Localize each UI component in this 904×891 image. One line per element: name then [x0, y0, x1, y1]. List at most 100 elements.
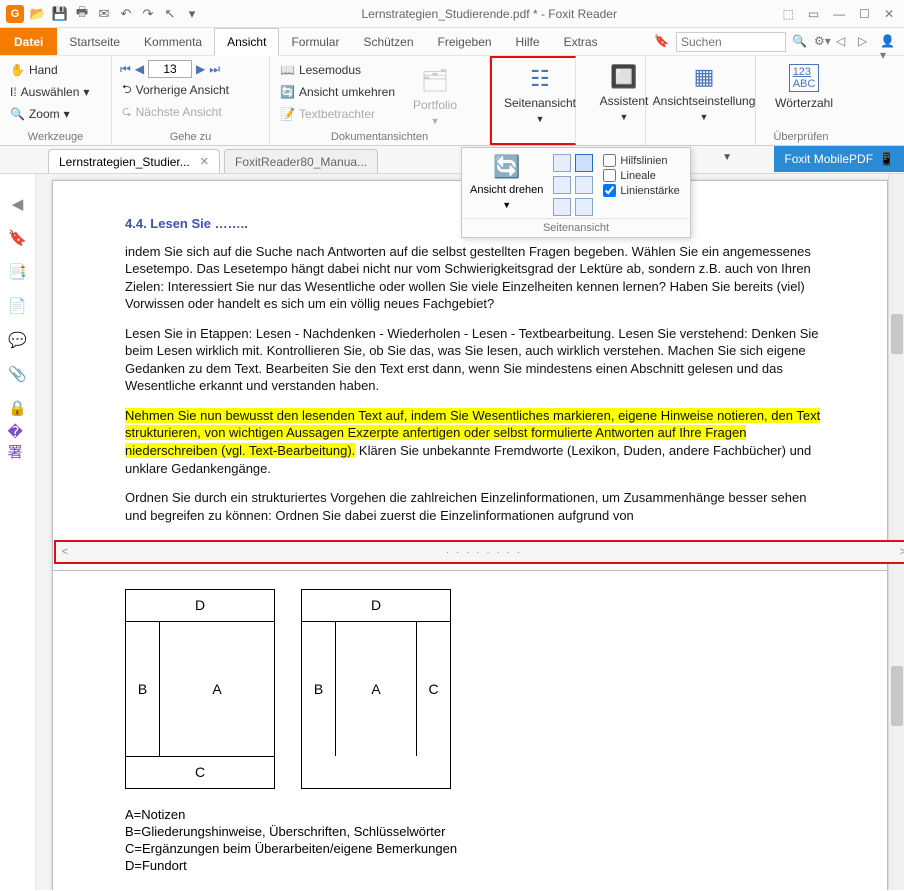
search-input[interactable]: [676, 32, 786, 52]
qat-more-icon[interactable]: ▾: [184, 6, 200, 22]
seitenansicht-button[interactable]: ☷ Seitenansicht▼: [490, 56, 576, 145]
tab-hilfe[interactable]: Hilfe: [504, 28, 552, 55]
last-page-icon[interactable]: ⏭: [209, 62, 220, 77]
seitenansicht-dropdown: 🔄 Ansicht drehen ▼ Hilfslinien Lineale L…: [461, 147, 691, 238]
tab-startseite[interactable]: Startseite: [57, 28, 132, 55]
search-go-icon[interactable]: 🔍: [792, 34, 808, 50]
select-tool[interactable]: I⁞ Auswählen ▾: [8, 82, 103, 102]
group-label-werkzeuge: Werkzeuge: [8, 129, 103, 143]
paragraph: Nehmen Sie nun bewusst den lesenden Text…: [125, 407, 831, 477]
assistent-icon: 🔲: [610, 64, 637, 90]
layers-icon[interactable]: 📄: [8, 296, 28, 316]
find-icon[interactable]: 🔖: [654, 34, 670, 50]
quick-access-toolbar: G 📂 💾 🖶 ✉ ↶ ↷ ↖ ▾: [0, 5, 206, 23]
ribbon-toggle-icon[interactable]: ▭: [808, 7, 819, 21]
user-icon[interactable]: 👤▾: [880, 34, 896, 50]
ribbon: ✋ Hand I⁞ Auswählen ▾ 🔍 Zoom ▾ Werkzeuge…: [0, 56, 904, 146]
tab-ansicht[interactable]: Ansicht: [214, 28, 279, 56]
signatures-icon[interactable]: �署: [8, 432, 28, 452]
split-handle[interactable]: · · · · · · · ·: [74, 547, 894, 558]
vertical-scrollbar-lower[interactable]: [888, 566, 904, 890]
zoom-tool[interactable]: 🔍 Zoom ▾: [8, 104, 103, 124]
lesemodus[interactable]: 📖 Lesemodus: [278, 60, 397, 80]
redo-icon[interactable]: ↷: [140, 6, 156, 22]
horizontal-split-bar[interactable]: < · · · · · · · · > ⌄: [54, 540, 904, 564]
layout-single-icon[interactable]: [553, 154, 571, 172]
opt-hilfslinien[interactable]: Hilfslinien: [603, 154, 679, 167]
layout-facing-icon[interactable]: [553, 176, 571, 194]
settings-icon[interactable]: ⚙▾: [814, 34, 830, 50]
skin-icon[interactable]: ⬚: [782, 7, 793, 21]
group-ueberpruefen: 123ABC Wörterzahl Überprüfen: [756, 56, 846, 145]
prev-view[interactable]: ⮌ Vorherige Ansicht: [120, 80, 261, 100]
tab-schuetzen[interactable]: Schützen: [351, 28, 425, 55]
paragraph: Lesen Sie in Etappen: Lesen - Nachdenken…: [125, 325, 831, 395]
file-menu[interactable]: Datei: [0, 28, 57, 55]
maximize-icon[interactable]: ☐: [859, 7, 870, 21]
page-number-input[interactable]: [148, 60, 192, 78]
layout-opt6-icon[interactable]: [575, 198, 593, 216]
menu-bar: Datei Startseite Kommenta Ansicht Formul…: [0, 28, 904, 56]
scrollbar-thumb[interactable]: [891, 314, 903, 354]
doc-tab-inactive[interactable]: FoxitReader80_Manua...: [224, 149, 378, 173]
layout-cont-facing-icon[interactable]: [575, 176, 593, 194]
tab-close-icon[interactable]: ✕: [200, 155, 209, 168]
layout-grid[interactable]: [553, 154, 593, 216]
next-page-icon[interactable]: ▶: [196, 62, 205, 76]
ansicht-umkehren[interactable]: 🔄 Ansicht umkehren: [278, 82, 397, 102]
bookmarks-icon[interactable]: 🔖: [8, 228, 28, 248]
print-icon[interactable]: 🖶: [74, 6, 90, 22]
save-icon[interactable]: 💾: [52, 6, 68, 22]
textbetrachter: 📝 Textbetrachter: [278, 104, 397, 124]
first-page-icon[interactable]: ⏮: [120, 62, 131, 77]
open-icon[interactable]: 📂: [30, 6, 46, 22]
page-navigator[interactable]: ⏮ ◀ ▶ ⏭: [120, 60, 261, 78]
doc-tab-active[interactable]: Lernstrategien_Studier... ✕: [48, 149, 220, 173]
tab-formular[interactable]: Formular: [279, 28, 351, 55]
pages-panel-icon[interactable]: 📑: [8, 262, 28, 282]
tab-extras[interactable]: Extras: [552, 28, 610, 55]
portfolio: 🗂 Portfolio▼: [405, 60, 465, 129]
mobilepdf-banner[interactable]: Foxit MobilePDF 📱: [774, 146, 904, 172]
attachments-icon[interactable]: 📎: [8, 364, 28, 384]
email-icon[interactable]: ✉: [96, 6, 112, 22]
comments-icon[interactable]: 💬: [8, 330, 28, 350]
wordcount-icon: 123ABC: [789, 64, 820, 92]
prev-page-icon[interactable]: ◀: [135, 62, 144, 76]
scrollbar-thumb[interactable]: [891, 666, 903, 726]
opt-lineale[interactable]: Lineale: [603, 169, 679, 182]
paragraph: indem Sie sich auf die Suche nach Antwor…: [125, 243, 831, 313]
ansichtseinstellung-button[interactable]: ▦ Ansichtseinstellung▼: [646, 56, 756, 145]
tabbar-dropdown-icon[interactable]: ▼: [722, 152, 732, 163]
hand-tool[interactable]: ✋ Hand: [8, 60, 103, 80]
split-scroll-left-icon[interactable]: <: [56, 546, 74, 558]
page-viewer[interactable]: 4.4. Lesen Sie …….. indem Sie sich auf d…: [36, 174, 904, 890]
tab-kommentar[interactable]: Kommenta: [132, 28, 214, 55]
nav-collapse-icon[interactable]: ◀: [8, 194, 28, 214]
undo-icon[interactable]: ↶: [118, 6, 134, 22]
minimize-icon[interactable]: —: [833, 7, 845, 21]
close-icon[interactable]: ✕: [884, 7, 894, 21]
layout-continuous-icon[interactable]: [575, 154, 593, 172]
group-label-gehezu: Gehe zu: [120, 129, 261, 143]
diagram-2: D B A C: [301, 589, 451, 789]
opt-linienstaerke[interactable]: Linienstärke: [603, 184, 679, 197]
diagram-legend: A=Notizen B=Gliederungshinweise, Übersch…: [125, 807, 831, 875]
next-view: ⮎ Nächste Ansicht: [120, 102, 261, 122]
assistent-button[interactable]: 🔲 Assistent▼: [576, 56, 646, 145]
ansicht-drehen[interactable]: 🔄 Ansicht drehen ▼: [470, 154, 543, 216]
group-label-ueberpruefen: Überprüfen: [764, 129, 838, 143]
nav-fwd-icon[interactable]: ▷: [858, 34, 874, 50]
cursor-tool-icon[interactable]: ↖: [162, 6, 178, 22]
layout-opt5-icon[interactable]: [553, 198, 571, 216]
dropdown-label: Seitenansicht: [462, 218, 690, 237]
group-label-dokument: Dokumentansichten: [278, 129, 481, 143]
document-tab-bar: Lernstrategien_Studier... ✕ FoxitReader8…: [0, 146, 904, 174]
navigation-pane: ◀ 🔖 📑 📄 💬 📎 🔒 �署: [0, 174, 36, 890]
portfolio-icon: 🗂: [421, 68, 449, 94]
nav-back-icon[interactable]: ◁: [836, 34, 852, 50]
woerterzahl[interactable]: 123ABC Wörterzahl: [764, 60, 844, 110]
split-scroll-right-icon[interactable]: >: [894, 546, 904, 558]
tab-freigeben[interactable]: Freigeben: [426, 28, 504, 55]
security-icon[interactable]: 🔒: [8, 398, 28, 418]
